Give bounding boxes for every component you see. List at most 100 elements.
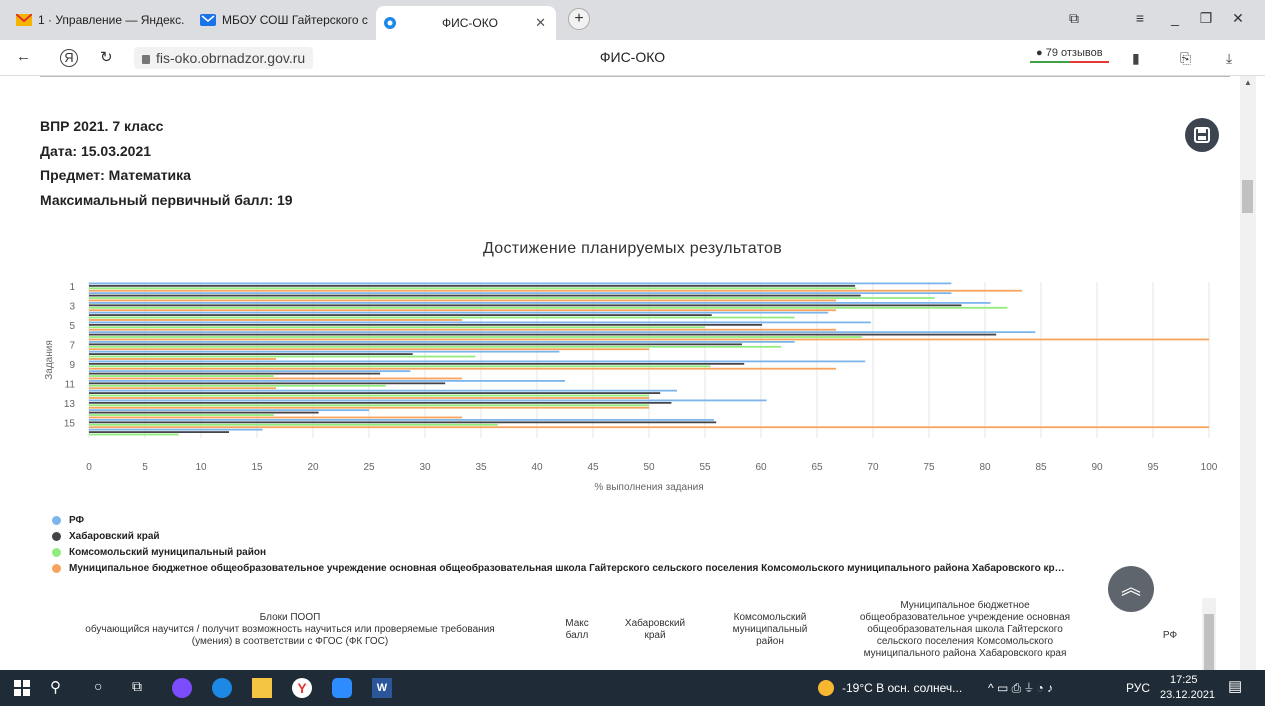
scroll-up-icon[interactable]: ▲ — [1244, 78, 1252, 87]
x-tick-label: 100 — [1201, 462, 1218, 473]
restore-icon[interactable]: ❐ — [1196, 10, 1216, 27]
bar — [89, 426, 1209, 429]
y-axis-label: Задания — [44, 340, 55, 380]
bar — [89, 350, 560, 353]
bar — [89, 404, 649, 407]
legend-dot — [52, 548, 61, 557]
edge-icon[interactable] — [212, 678, 232, 698]
weather-text[interactable]: -19°C В осн. солнеч... — [842, 681, 962, 695]
x-tick-label: 90 — [1091, 462, 1103, 473]
file-explorer-icon[interactable] — [252, 678, 272, 698]
scrollbar[interactable] — [1240, 76, 1256, 670]
reviews-button[interactable]: ● 79 отзывов — [1030, 45, 1109, 63]
clock-date[interactable]: 23.12.2021 — [1160, 689, 1215, 701]
legend-label: Хабаровский край — [69, 531, 160, 542]
legend-item-school[interactable]: Муниципальное бюджетное общеобразователь… — [52, 563, 1212, 574]
tray-icons[interactable]: ^ ▭ ⎙ ⏚ ◔ ♪ — [988, 681, 1053, 696]
bar — [89, 423, 498, 426]
legend-item-rf[interactable]: РФ — [52, 515, 84, 526]
bar — [89, 323, 763, 326]
bar — [89, 392, 661, 394]
word-icon[interactable]: W — [372, 678, 392, 698]
close-window-icon[interactable]: ✕ — [1228, 10, 1248, 27]
windows-start-icon[interactable] — [14, 680, 30, 696]
bar — [89, 345, 782, 348]
bar — [89, 370, 411, 373]
bar — [89, 394, 649, 397]
x-tick-label: 40 — [531, 462, 543, 473]
table-scrollbar-thumb[interactable] — [1204, 614, 1214, 670]
tab-fis-oko[interactable]: ФИС-ОКО ✕ — [376, 6, 556, 40]
scroll-to-top-button[interactable]: ︽ — [1108, 566, 1154, 612]
bar — [89, 397, 649, 399]
x-tick-label: 80 — [979, 462, 991, 473]
tab-yandex-mail[interactable]: 1 · Управление — Яндекс. — [8, 6, 188, 34]
collections-icon[interactable]: ⎘ — [1180, 50, 1191, 67]
weather-icon — [818, 680, 834, 696]
cortana-icon[interactable]: ○ — [94, 678, 102, 694]
legend-item-raion[interactable]: Комсомольский муниципальный район — [52, 547, 266, 558]
new-tab-button[interactable]: + — [568, 8, 590, 30]
bar — [89, 399, 767, 402]
bar — [89, 331, 1036, 334]
x-tick-label: 85 — [1035, 462, 1047, 473]
minimize-icon[interactable]: _ — [1165, 10, 1185, 26]
zoom-icon[interactable] — [332, 678, 352, 698]
bookmark-icon[interactable]: ▮ — [1132, 50, 1140, 67]
search-icon[interactable]: ⚲ — [50, 678, 61, 696]
reviews-count: 79 отзывов — [1045, 47, 1103, 59]
x-tick-label: 5 — [142, 462, 148, 473]
scrollbar-thumb[interactable] — [1242, 180, 1253, 213]
language-indicator[interactable]: РУС — [1126, 681, 1150, 695]
legend-label: Муниципальное бюджетное общеобразователь… — [69, 563, 1065, 574]
tab-label: ФИС-ОКО — [442, 16, 498, 30]
bar — [89, 338, 1209, 341]
x-tick-label: 60 — [755, 462, 767, 473]
x-tick-label: 15 — [251, 462, 263, 473]
info-title: ВПР 2021. 7 класс — [40, 118, 164, 134]
download-icon[interactable]: ⤓ — [1226, 50, 1232, 67]
bar — [89, 411, 319, 414]
task-view-icon[interactable]: ⧉ — [132, 678, 142, 695]
bar — [89, 341, 795, 343]
table-header-max: Макс балл — [565, 618, 589, 641]
bar — [89, 292, 952, 295]
close-tab-icon[interactable]: ✕ — [535, 15, 546, 31]
bar — [89, 311, 829, 314]
bar — [89, 431, 229, 433]
x-tick-label: 70 — [867, 462, 879, 473]
bar — [89, 372, 381, 375]
bar — [89, 309, 837, 312]
alice-icon[interactable] — [172, 678, 192, 698]
menu-icon[interactable]: ≡ — [1130, 10, 1150, 26]
notifications-icon[interactable]: ▤ — [1228, 677, 1242, 695]
y-tick-label: 7 — [69, 340, 75, 351]
bar — [89, 421, 717, 424]
bar — [89, 294, 861, 297]
table-header-krai: Хабаровский край — [624, 618, 686, 641]
info-subject: Предмет: Математика — [40, 167, 191, 183]
mail-icon — [200, 14, 216, 26]
x-tick-label: 50 — [643, 462, 655, 473]
y-tick-label: 1 — [69, 282, 75, 293]
legend-item-krai[interactable]: Хабаровский край — [52, 531, 160, 542]
save-icon — [1194, 127, 1210, 143]
bar — [89, 360, 866, 363]
mail-icon — [16, 14, 32, 26]
bar — [89, 428, 263, 431]
table-header-rf: РФ — [1162, 630, 1178, 641]
tabs-icon[interactable]: ⧉ — [1064, 10, 1084, 27]
clock-time[interactable]: 17:25 — [1170, 674, 1198, 686]
chart-title: Достижение планируемых результатов — [482, 240, 783, 257]
bar — [89, 382, 446, 385]
bar — [89, 353, 413, 355]
tab-school[interactable]: МБОУ СОШ Гайтерского с — [192, 6, 372, 34]
bar — [89, 302, 991, 304]
x-axis-label: % выполнения задания — [594, 482, 703, 493]
bar — [89, 384, 386, 387]
yandex-browser-icon[interactable]: Y — [292, 678, 312, 698]
bar — [89, 406, 649, 409]
x-tick-label: 55 — [699, 462, 711, 473]
site-icon — [384, 17, 396, 29]
save-button[interactable] — [1185, 118, 1219, 152]
